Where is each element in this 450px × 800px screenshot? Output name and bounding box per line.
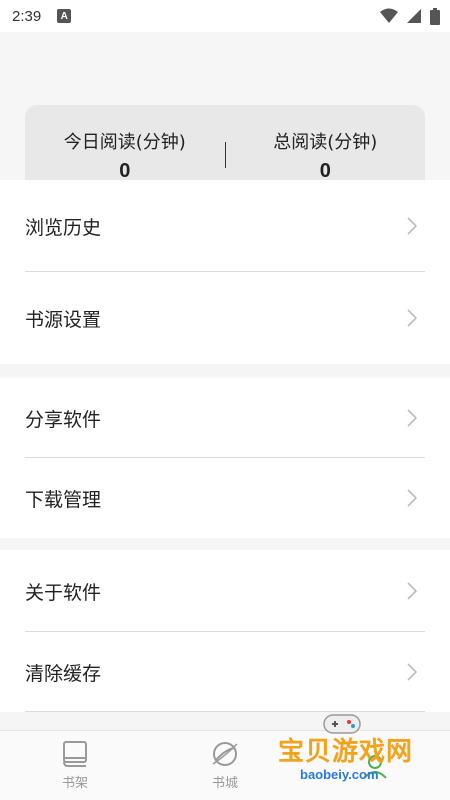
book-icon: [63, 741, 87, 767]
site-watermark: 宝贝游戏网 baobeiy.com: [272, 705, 422, 795]
total-reading-label: 总阅读(分钟): [273, 131, 378, 153]
status-bar: 2:39 A: [0, 0, 450, 32]
nav-bookshelf-label: 书架: [61, 776, 88, 791]
notification-icon: A: [57, 9, 72, 23]
chevron-right-icon: [407, 217, 417, 235]
nav-bookstore[interactable]: 书城: [175, 740, 275, 791]
watermark-url: baobeiy.com: [300, 767, 379, 782]
chevron-right-icon: [407, 663, 417, 681]
today-reading-stat: 今日阅读(分钟) 0: [25, 128, 225, 183]
nav-bookstore-label: 书城: [211, 776, 238, 791]
menu-group-2: 分享软件 下载管理: [0, 378, 450, 538]
menu-item-label: 浏览历史: [25, 216, 102, 239]
wifi-icon: [380, 8, 398, 23]
menu-group-1: 浏览历史 书源设置: [0, 180, 450, 364]
chevron-right-icon: [407, 309, 417, 327]
menu-item-history[interactable]: 浏览历史: [0, 180, 450, 272]
nav-bookshelf[interactable]: 书架: [25, 740, 125, 791]
menu-item-label: 关于软件: [25, 581, 102, 604]
status-icons: [380, 7, 440, 25]
battery-icon: [430, 7, 440, 25]
total-reading-stat: 总阅读(分钟) 0: [226, 128, 426, 183]
menu-item-about[interactable]: 关于软件: [0, 550, 450, 632]
chevron-right-icon: [407, 489, 417, 507]
menu-item-downloads[interactable]: 下载管理: [0, 458, 450, 538]
menu-item-label: 清除缓存: [25, 662, 102, 685]
menu-group-3: 关于软件 清除缓存: [0, 550, 450, 712]
menu-item-share[interactable]: 分享软件: [0, 378, 450, 458]
menu-item-label: 下载管理: [25, 488, 102, 511]
menu-item-clear-cache[interactable]: 清除缓存: [0, 632, 450, 712]
menu-item-book-source[interactable]: 书源设置: [0, 272, 450, 364]
chevron-right-icon: [407, 582, 417, 600]
status-time: 2:39: [12, 7, 42, 25]
chevron-right-icon: [407, 409, 417, 427]
signal-icon: [407, 9, 421, 23]
menu-item-label: 分享软件: [25, 408, 102, 431]
today-reading-label: 今日阅读(分钟): [63, 131, 186, 153]
watermark-text: 宝贝游戏网: [278, 737, 414, 767]
menu-item-label: 书源设置: [25, 308, 102, 331]
planet-icon: [212, 742, 238, 766]
